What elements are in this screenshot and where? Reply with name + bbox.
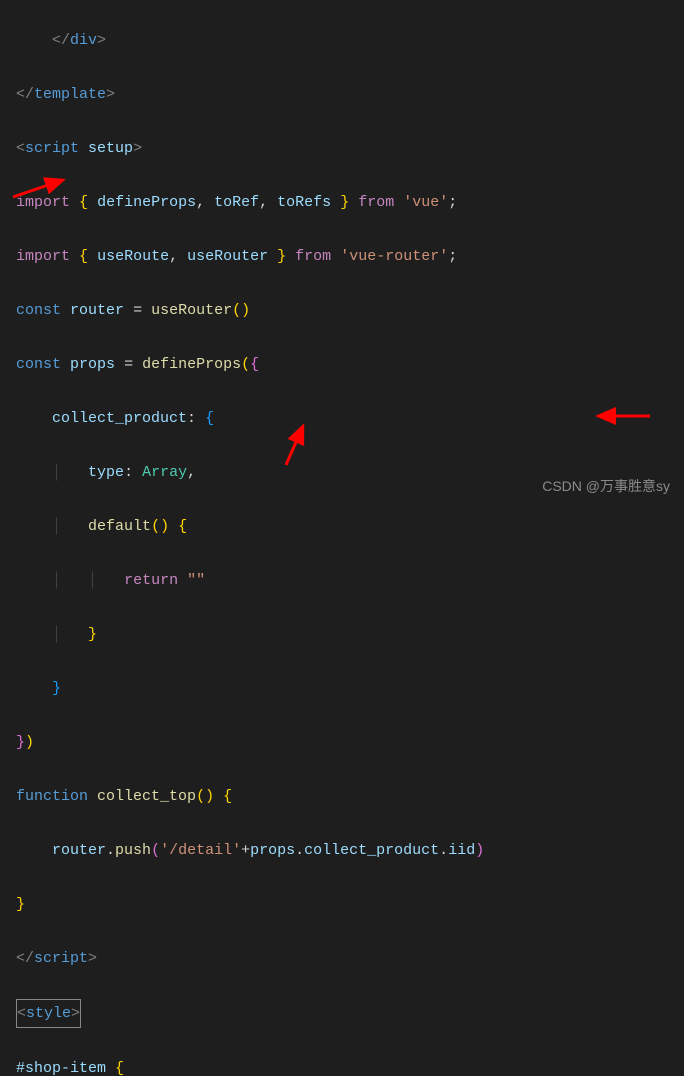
code-line: </template>	[16, 81, 684, 108]
code-line: │ │ return ""	[16, 567, 684, 594]
code-editor[interactable]: </div> </template> <script setup> import…	[0, 0, 684, 1076]
cursor-highlight: <style>	[16, 999, 81, 1028]
code-line: const router = useRouter()	[16, 297, 684, 324]
code-line: }	[16, 675, 684, 702]
code-line: │ default() {	[16, 513, 684, 540]
code-line: import { useRoute, useRouter } from 'vue…	[16, 243, 684, 270]
code-line: #shop-item {	[16, 1055, 684, 1076]
code-line: router.push('/detail'+props.collect_prod…	[16, 837, 684, 864]
code-line: </script>	[16, 945, 684, 972]
code-line: collect_product: {	[16, 405, 684, 432]
code-line: })	[16, 729, 684, 756]
code-line: function collect_top() {	[16, 783, 684, 810]
watermark: CSDN @万事胜意sy	[542, 473, 670, 500]
code-line: </div>	[16, 27, 684, 54]
code-line: <script setup>	[16, 135, 684, 162]
code-line: import { defineProps, toRef, toRefs } fr…	[16, 189, 684, 216]
code-line: const props = defineProps({	[16, 351, 684, 378]
code-line: }	[16, 891, 684, 918]
code-line: │ }	[16, 621, 684, 648]
code-line: <style>	[16, 999, 684, 1028]
